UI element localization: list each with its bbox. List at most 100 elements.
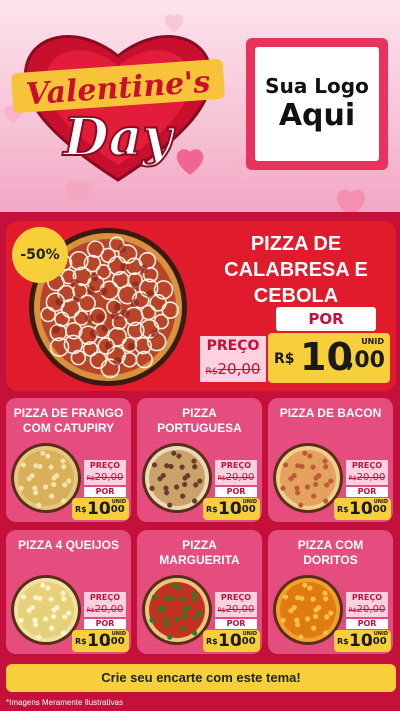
new-price-currency: R$ [206, 505, 218, 514]
preco-label: PREÇO [215, 460, 257, 471]
new-price-currency: R$ [75, 505, 87, 514]
new-price-currency: R$ [274, 351, 295, 367]
logo-line-1: Sua Logo [265, 74, 369, 98]
product-card[interactable]: PIZZA COM DORITOS PREÇO R$20,00 POR R$ 10 ,00… [268, 530, 393, 654]
new-price-dec: ,00 [107, 636, 125, 647]
day-text: Day [61, 107, 176, 168]
preco-label: PREÇO [200, 336, 266, 356]
featured-title-line: PIZZA DE [250, 233, 342, 255]
product-title-line: COM CATUPIRY [22, 421, 115, 435]
unid-label: UNID [111, 499, 126, 505]
new-price-currency: R$ [337, 505, 349, 514]
unid-label: UNID [111, 631, 126, 637]
product-title: PIZZA COM DORITOS [272, 538, 389, 568]
new-price-currency: R$ [337, 637, 349, 646]
new-price-dec: ,00 [346, 348, 385, 373]
new-price: R$ 10 ,00 UNID [72, 630, 129, 652]
old-price-currency: R$ [217, 607, 226, 614]
product-card[interactable]: PIZZA MARGUERITA PREÇO R$20,00 POR R$ 10 ,00 … [137, 530, 262, 654]
old-price: R$20,00 [346, 471, 388, 485]
cta-button[interactable]: Crie seu encarte com este tema! [6, 664, 396, 692]
old-price-value: 20,00 [94, 472, 124, 483]
featured-offer[interactable]: -50% PIZZA DE CALABRESA E CEBOLA PREÇO R… [6, 221, 396, 391]
featured-title-line: CALABRESA E [224, 259, 368, 281]
product-title-line: PORTUGUESA [157, 421, 242, 435]
preco-label: PREÇO [84, 592, 126, 603]
old-price: R$20,00 [200, 356, 266, 382]
product-title: PIZZA PORTUGUESA [141, 406, 258, 436]
por-label: POR [346, 619, 388, 629]
new-price-dec: ,00 [238, 504, 256, 515]
featured-title-line: CEBOLA [253, 285, 339, 307]
product-title: PIZZA 4 QUEIJOS [10, 538, 127, 553]
logo-placeholder[interactable]: Sua Logo Aqui [246, 38, 388, 170]
footnote: *Imagens Meramente Ilustrativas [6, 698, 123, 707]
preco-label: PREÇO [346, 460, 388, 471]
unid-label: UNID [242, 499, 257, 505]
old-price-value: 20,00 [217, 360, 261, 378]
product-card[interactable]: PIZZA DE BACON PREÇO R$20,00 POR R$ 10 ,00 U… [268, 398, 393, 522]
old-price-currency: R$ [86, 607, 95, 614]
product-title-line: MARGUERITA [159, 553, 240, 567]
product-title-line: PIZZA COM [297, 538, 364, 552]
product-card[interactable]: PIZZA 4 QUEIJOS PREÇO R$20,00 POR R$ 10 ,00 … [6, 530, 131, 654]
product-title-line: PIZZA [182, 538, 217, 552]
unid-label: UNID [242, 631, 257, 637]
old-price: R$20,00 [215, 471, 257, 485]
old-price-value: 20,00 [356, 604, 386, 615]
por-label: POR [276, 307, 376, 331]
new-price-currency: R$ [75, 637, 87, 646]
old-price-value: 20,00 [225, 604, 255, 615]
old-price-value: 20,00 [225, 472, 255, 483]
new-price-dec: ,00 [238, 636, 256, 647]
new-price-dec: ,00 [369, 504, 387, 515]
por-label: POR [215, 619, 257, 629]
product-title-line: PIZZA 4 QUEIJOS [18, 538, 119, 552]
new-price-dec: ,00 [369, 636, 387, 647]
new-price: R$ 10 ,00 UNID [72, 498, 129, 520]
featured-title: PIZZA DE CALABRESA E CEBOLA [206, 231, 386, 309]
old-price-currency: R$ [348, 475, 357, 482]
por-label: POR [84, 619, 126, 629]
product-title-line: PIZZA DE FRANGO [13, 406, 124, 420]
product-title: PIZZA DE FRANGO COM CATUPIRY [10, 406, 127, 436]
por-label: POR [346, 487, 388, 497]
product-card[interactable]: PIZZA PORTUGUESA PREÇO R$20,00 POR R$ 10 ,00 … [137, 398, 262, 522]
new-price: R$ 10 ,00 UNID [268, 333, 390, 383]
product-title: PIZZA DE BACON [272, 406, 389, 421]
old-price: R$20,00 [346, 603, 388, 617]
unid-label: UNID [373, 499, 388, 505]
new-price: R$ 10 ,00 UNID [203, 630, 260, 652]
product-title-line: PIZZA [182, 406, 217, 420]
new-price: R$ 10 ,00 UNID [334, 498, 391, 520]
old-price-currency: R$ [86, 475, 95, 482]
por-label: POR [84, 487, 126, 497]
old-price-currency: R$ [348, 607, 357, 614]
product-title-line: PIZZA DE BACON [279, 406, 382, 420]
old-price-currency: R$ [217, 475, 226, 482]
preco-label: PREÇO [84, 460, 126, 471]
old-price: R$20,00 [215, 603, 257, 617]
discount-badge: -50% [12, 227, 68, 283]
new-price: R$ 10 ,00 UNID [334, 630, 391, 652]
logo-line-2: Aqui [278, 98, 356, 133]
unid-label: UNID [373, 631, 388, 637]
old-price-currency: R$ [205, 367, 218, 377]
hero-banner: Valentine's Day Sua Logo Aqui [0, 0, 400, 212]
preco-label: PREÇO [215, 592, 257, 603]
valentines-day-logo: Valentine's Day [8, 20, 228, 190]
new-price-int: 10 [300, 335, 353, 379]
por-label: POR [215, 487, 257, 497]
preco-label: PREÇO [346, 592, 388, 603]
new-price-currency: R$ [206, 637, 218, 646]
old-price-value: 20,00 [94, 604, 124, 615]
product-card[interactable]: PIZZA DE FRANGO COM CATUPIRY PREÇO R$20,00 P… [6, 398, 131, 522]
new-price: R$ 10 ,00 UNID [203, 498, 260, 520]
old-price-value: 20,00 [356, 472, 386, 483]
new-price-dec: ,00 [107, 504, 125, 515]
old-price: R$20,00 [84, 603, 126, 617]
product-title-line: DORITOS [303, 553, 358, 567]
product-title: PIZZA MARGUERITA [141, 538, 258, 568]
old-price: R$20,00 [84, 471, 126, 485]
heart-icon [330, 180, 372, 212]
